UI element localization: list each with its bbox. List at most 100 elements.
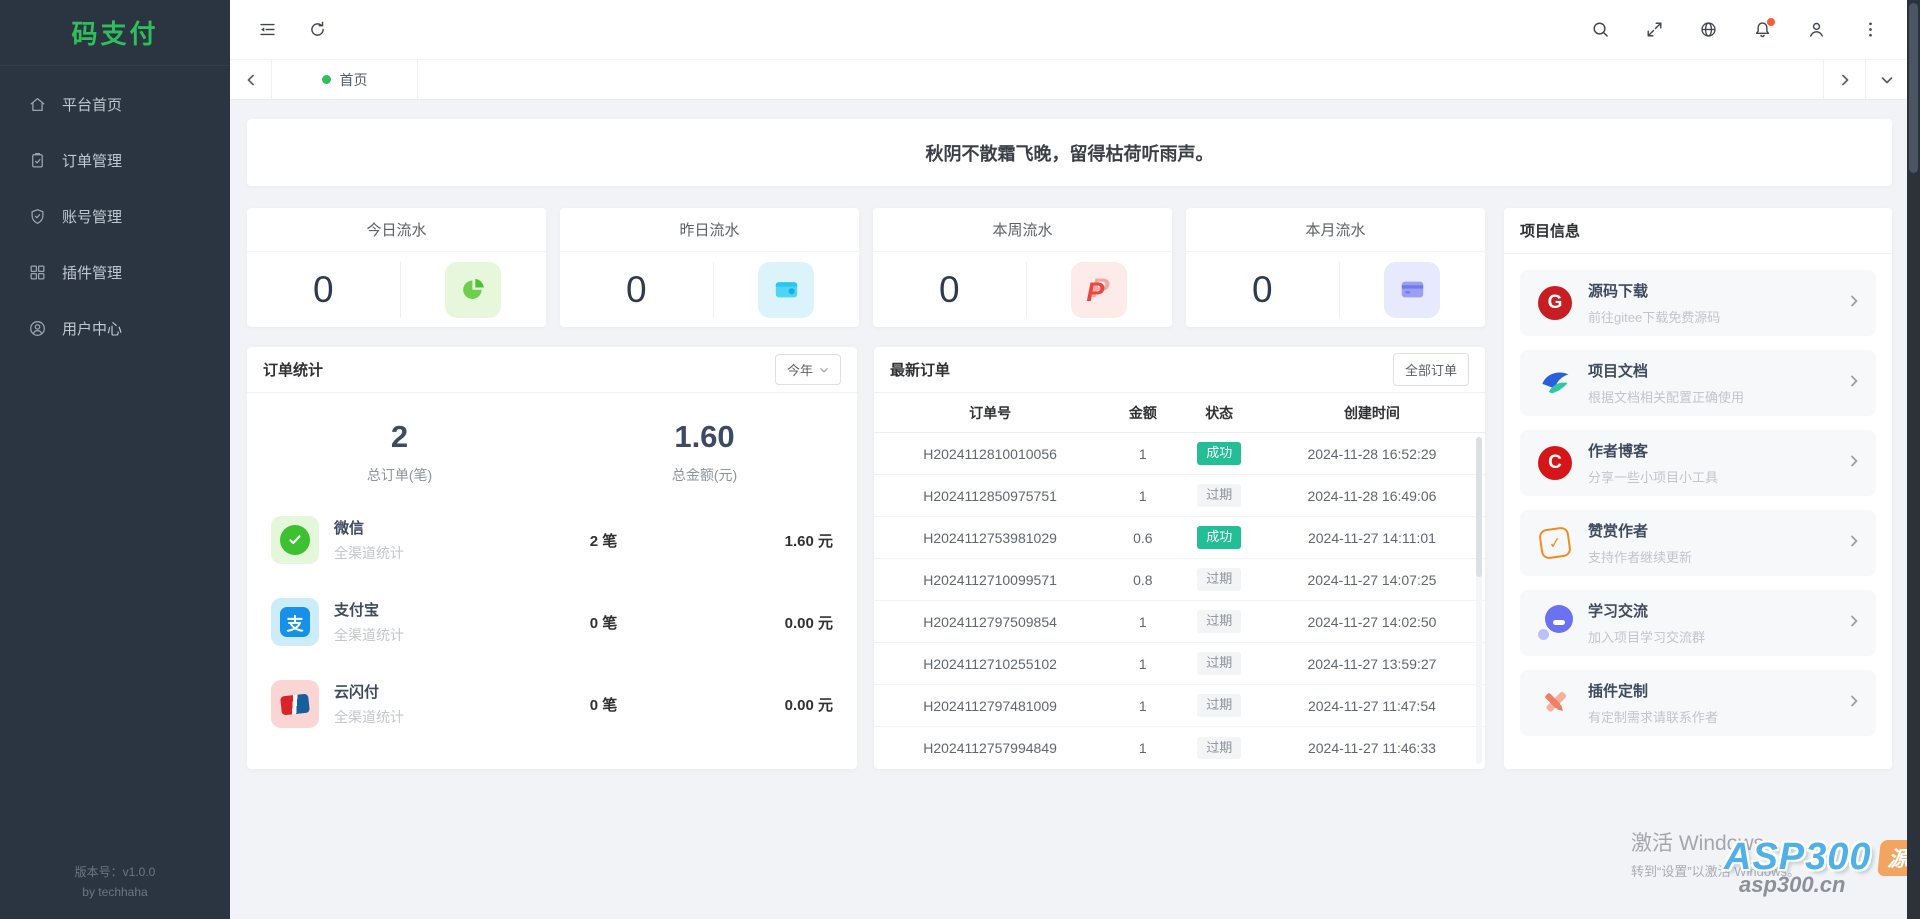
table-row: H2024112797481009 1 过期 2024-11-27 11:47:… [874,685,1485,727]
version-info: 版本号：v1.0.0 by techhaha [0,853,230,919]
donate-icon: ✓ [1535,523,1575,563]
project-item-donate[interactable]: ✓ 赞赏作者 支持作者继续更新 [1520,510,1876,576]
status-badge: 过期 [1197,694,1241,716]
stat-card-title: 今日流水 [247,208,546,252]
project-item-learning-group[interactable]: 学习交流 加入项目学习交流群 [1520,590,1876,656]
sidebar-item-orders[interactable]: 订单管理 [0,132,230,188]
project-item-plugin-custom[interactable]: 插件定制 有定制需求请联系作者 [1520,670,1876,736]
order-totals: 2 总订单(笔) 1.60 总金额(元) [247,393,857,499]
clipboard-check-icon [28,151,47,170]
created-time-cell: 2024-11-27 13:59:27 [1259,656,1485,672]
collapse-sidebar-button[interactable] [248,11,286,49]
project-item-author-blog[interactable]: C 作者博客 分享一些小项目小工具 [1520,430,1876,496]
amount-cell: 1 [1106,446,1179,462]
order-no-cell: H2024112710255102 [874,656,1106,672]
notification-dot [1767,18,1775,26]
amount-cell: 1 [1106,740,1179,756]
stat-cards-row: 今日流水 0 [247,208,1485,327]
channel-count: 0 笔 [524,694,683,715]
stat-card-week: 本周流水 0 PP [873,208,1172,327]
app-root: 码支付 平台首页 订单管理 账号管理 插件管理 用户中心 [0,0,1920,919]
panel-title: 项目信息 [1520,220,1580,241]
table-row: H2024112710255102 1 过期 2024-11-27 13:59:… [874,643,1485,685]
fullscreen-button[interactable] [1635,11,1673,49]
latest-orders-panel: 最新订单 全部订单 订单号 金额 状态 创建时间 [874,347,1485,769]
sidebar: 码支付 平台首页 订单管理 账号管理 插件管理 用户中心 [0,0,230,919]
panel-title: 订单统计 [263,359,323,380]
csdn-icon: C [1535,443,1575,483]
view-all-orders-button[interactable]: 全部订单 [1393,353,1469,386]
column-header-amount: 金额 [1106,403,1179,423]
page-scrollbar-thumb[interactable] [1909,3,1918,173]
sidebar-item-home[interactable]: 平台首页 [0,76,230,132]
language-button[interactable] [1689,11,1727,49]
channel-name: 支付宝 [334,599,524,620]
project-item-title: 赞赏作者 [1588,520,1847,541]
order-no-cell: H2024112753981029 [874,530,1106,546]
sidebar-item-plugins[interactable]: 插件管理 [0,244,230,300]
chevron-down-icon [819,365,829,375]
sidebar-item-user-center[interactable]: 用户中心 [0,300,230,356]
tabs-dropdown-button[interactable] [1865,60,1907,99]
wechat-icon [271,516,319,564]
left-column: 今日流水 0 [247,208,1485,769]
channel-list: 微信 全渠道统计 2 笔 1.60 元 支 [247,499,857,745]
created-time-cell: 2024-11-28 16:52:29 [1259,446,1485,462]
fullscreen-icon [1645,20,1664,39]
globe-icon [1699,20,1718,39]
project-item-source-download[interactable]: G 源码下载 前往gitee下载免费源码 [1520,270,1876,336]
orders-table-body: H2024112810010056 1 成功 2024-11-28 16:52:… [874,433,1485,769]
table-scrollbar[interactable] [1476,437,1482,764]
notifications-button[interactable] [1743,11,1781,49]
amount-cell: 0.6 [1106,530,1179,546]
status-cell: 过期 [1179,610,1258,632]
project-item-subtitle: 加入项目学习交流群 [1588,627,1847,646]
tab-home[interactable]: 首页 [272,60,418,99]
status-badge: 过期 [1197,568,1241,590]
created-time-cell: 2024-11-27 14:11:01 [1259,530,1485,546]
chevron-down-icon [1880,73,1894,87]
tab-bar: 首页 [230,60,1907,100]
more-menu-button[interactable] [1851,11,1889,49]
collapse-menu-icon [258,20,277,39]
search-button[interactable] [1581,11,1619,49]
status-badge: 成功 [1197,526,1241,548]
total-amount-value: 1.60 [552,419,857,455]
tabs-scroll-left-button[interactable] [230,60,272,99]
stat-card-today: 今日流水 0 [247,208,546,327]
header-left-actions [248,11,336,49]
table-scrollbar-thumb[interactable] [1476,437,1482,577]
wallet-icon [758,262,814,318]
amount-cell: 1 [1106,698,1179,714]
asp300-site-text: asp300.cn [1739,872,1845,898]
channel-name: 云闪付 [334,681,524,702]
refresh-icon [308,20,327,39]
chevron-right-icon [1847,454,1861,473]
stat-card-month: 本月流水 0 [1186,208,1485,327]
refresh-button[interactable] [298,11,336,49]
amount-cell: 1 [1106,656,1179,672]
panel-title: 最新订单 [890,359,950,380]
channel-name: 微信 [334,517,524,538]
chevron-right-icon [1847,534,1861,553]
chat-icon [1535,603,1575,643]
active-tab-dot [322,75,331,84]
sidebar-item-accounts[interactable]: 账号管理 [0,188,230,244]
channel-subtitle: 全渠道统计 [334,625,524,645]
date-range-select[interactable]: 今年 [775,354,841,385]
status-badge: 成功 [1197,442,1241,464]
search-icon [1591,20,1610,39]
table-row: H2024112753981029 0.6 成功 2024-11-27 14:1… [874,517,1485,559]
quote-banner: 秋阴不散霜飞晚，留得枯荷听雨声。 [247,119,1892,186]
project-info-list: G 源码下载 前往gitee下载免费源码 [1504,254,1892,752]
created-time-cell: 2024-11-27 11:47:54 [1259,698,1485,714]
project-item-subtitle: 根据文档相关配置正确使用 [1588,387,1847,406]
status-cell: 过期 [1179,484,1258,506]
page-scrollbar[interactable] [1907,0,1920,919]
table-row: H2024112810010056 1 成功 2024-11-28 16:52:… [874,433,1485,475]
tabs-scroll-right-button[interactable] [1823,60,1865,99]
sidebar-item-label: 平台首页 [62,94,122,115]
status-badge: 过期 [1197,652,1241,674]
user-profile-button[interactable] [1797,11,1835,49]
project-item-docs[interactable]: 项目文档 根据文档相关配置正确使用 [1520,350,1876,416]
